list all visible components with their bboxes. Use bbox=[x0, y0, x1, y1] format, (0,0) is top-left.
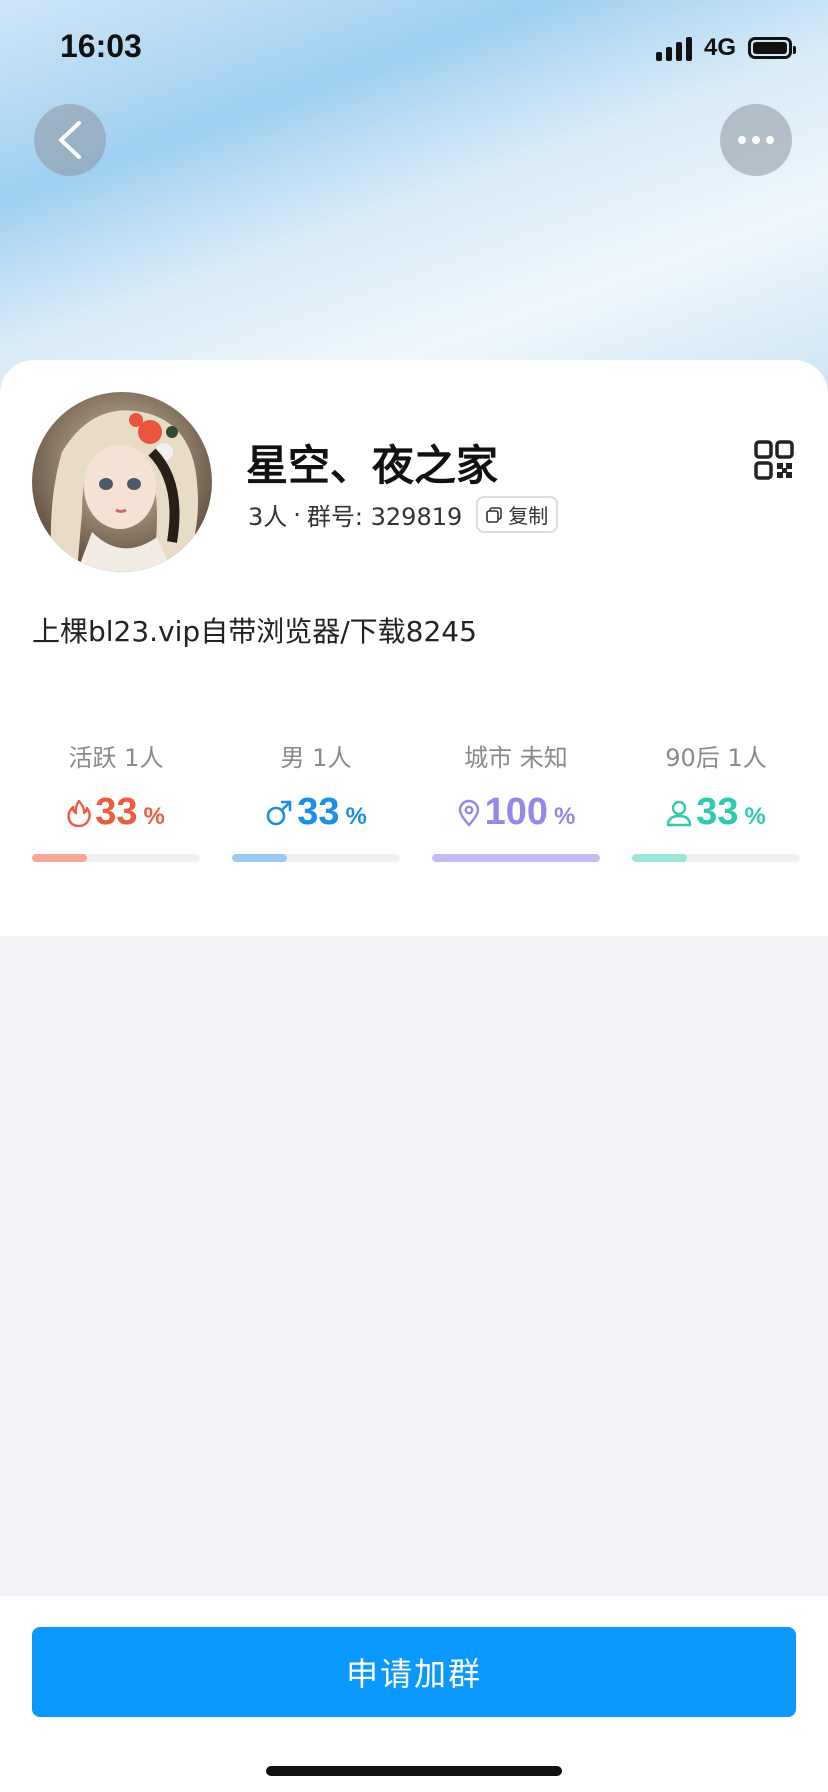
stat-value: 100 bbox=[484, 791, 549, 833]
group-stats: 活跃 1人 33% 男 1人 33% 城市 未知 100% 90后 1人 33 … bbox=[32, 738, 800, 868]
stat-progress-fill bbox=[32, 854, 88, 862]
stat-city: 城市 未知 100% bbox=[432, 738, 600, 862]
qr-code-button[interactable] bbox=[754, 440, 794, 480]
stat-progress-bar bbox=[432, 854, 600, 862]
battery-icon bbox=[748, 37, 796, 59]
stat-progress-bar bbox=[32, 854, 200, 862]
home-indicator bbox=[266, 1766, 562, 1776]
stat-unit: % bbox=[345, 802, 367, 830]
stat-label: 活跃 1人 bbox=[68, 744, 164, 772]
member-count: 3人 bbox=[248, 503, 288, 531]
person-icon bbox=[666, 800, 692, 826]
chevron-left-icon bbox=[59, 121, 81, 159]
signal-icon bbox=[655, 35, 692, 61]
stat-value: 33 bbox=[297, 791, 340, 833]
status-icons: 4G bbox=[655, 34, 796, 62]
stat-unit: % bbox=[554, 802, 576, 830]
stat-unit: % bbox=[143, 802, 165, 830]
more-icon bbox=[738, 136, 774, 144]
flame-icon bbox=[67, 799, 92, 827]
stat-progress-bar bbox=[232, 854, 400, 862]
male-icon bbox=[266, 800, 292, 825]
network-type: 4G bbox=[703, 34, 736, 61]
stat-progress-fill bbox=[432, 854, 600, 862]
copy-label: 复制 bbox=[508, 504, 549, 528]
group-meta: 3人 · 群号: 329819 复制 bbox=[248, 496, 559, 533]
group-description: 上棵bl23.vip自带浏览器/下载8245 bbox=[32, 615, 477, 648]
stat-unit: % bbox=[744, 802, 766, 830]
status-time: 16:03 bbox=[60, 28, 142, 64]
stat-label: 男 1人 bbox=[280, 744, 352, 772]
stat-label: 90后 1人 bbox=[665, 744, 767, 772]
stat-male: 男 1人 33% bbox=[232, 738, 400, 862]
location-pin-icon bbox=[458, 799, 479, 826]
meta-separator: · bbox=[293, 500, 301, 529]
copy-icon bbox=[486, 506, 503, 523]
stat-value: 33 bbox=[696, 791, 739, 833]
stat-age: 90后 1人 33% bbox=[632, 738, 800, 862]
stat-progress-fill bbox=[232, 854, 288, 862]
status-bar: 16:03 4G bbox=[0, 0, 828, 100]
avatar-image bbox=[32, 392, 212, 572]
group-name: 星空、夜之家 bbox=[246, 441, 499, 490]
join-group-button[interactable]: 申请加群 bbox=[32, 1627, 796, 1717]
stat-value: 33 bbox=[95, 791, 138, 833]
group-avatar[interactable] bbox=[32, 392, 212, 572]
stat-progress-fill bbox=[632, 854, 688, 862]
stat-active: 活跃 1人 33% bbox=[32, 738, 200, 862]
copy-button[interactable]: 复制 bbox=[476, 496, 559, 533]
stat-label: 城市 未知 bbox=[464, 744, 568, 772]
more-button[interactable] bbox=[720, 104, 792, 176]
stat-progress-bar bbox=[632, 854, 800, 862]
back-button[interactable] bbox=[34, 104, 106, 176]
qr-code-icon bbox=[754, 440, 794, 480]
group-id: 群号: 329819 bbox=[306, 503, 463, 531]
